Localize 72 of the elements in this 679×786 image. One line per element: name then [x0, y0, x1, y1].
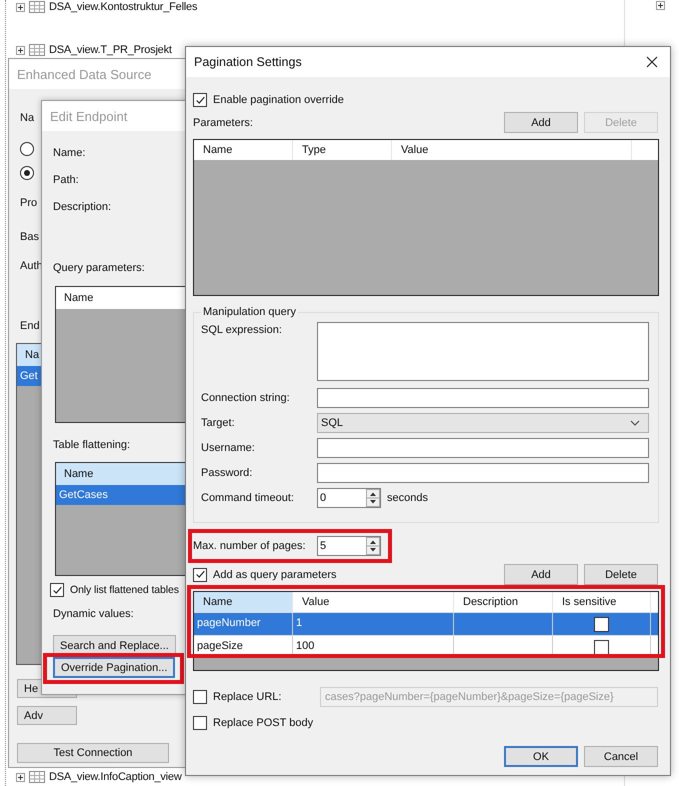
- checkbox[interactable]: [193, 93, 207, 107]
- checkbox-label: Replace URL:: [213, 691, 282, 703]
- column-header[interactable]: Type: [293, 140, 392, 160]
- text-field[interactable]: [317, 463, 649, 483]
- checkbox[interactable]: [193, 568, 207, 582]
- dialog-button[interactable]: Override Pagination...: [53, 657, 176, 678]
- radio-button[interactable]: [20, 166, 34, 180]
- window-title: Edit Endpoint: [50, 108, 128, 124]
- expand-icon[interactable]: [16, 46, 25, 54]
- timeout-spinner[interactable]: 0: [317, 488, 381, 508]
- checkbox-label: Enable pagination override: [213, 94, 344, 106]
- radio-button[interactable]: [20, 142, 34, 156]
- checkbox-label: Add as query parameters: [213, 568, 337, 580]
- field-label: Connection string:: [201, 392, 291, 404]
- field-label: Description:: [53, 200, 112, 214]
- checkbox-label: Only list flattened tables: [70, 584, 179, 596]
- field-label: Command timeout:: [201, 492, 295, 504]
- checkbox[interactable]: [193, 690, 207, 704]
- dialog-button[interactable]: OK: [504, 746, 578, 767]
- window-title: Pagination Settings: [194, 55, 302, 69]
- column-header[interactable]: Value: [392, 140, 632, 160]
- field-label: SQL expression:: [201, 324, 283, 336]
- checkbox-label: Replace POST body: [213, 717, 314, 729]
- checkbox[interactable]: [193, 716, 207, 730]
- expand-icon[interactable]: [656, 1, 665, 10]
- column-header[interactable]: Name: [56, 468, 94, 480]
- expand-icon[interactable]: [16, 2, 25, 12]
- section-label: Parameters:: [193, 116, 254, 128]
- table-icon: [29, 771, 45, 783]
- dialog-button[interactable]: Cancel: [584, 746, 658, 767]
- close-icon[interactable]: [646, 56, 658, 68]
- test-connection-button[interactable]: Test Connection: [17, 743, 169, 763]
- column-header[interactable]: Name: [56, 292, 94, 304]
- tree-item-label[interactable]: DSA_view.T_PR_Prosjekt: [49, 43, 172, 57]
- field-label: Na: [20, 111, 34, 125]
- group-title: Manipulation query: [202, 306, 297, 318]
- target-dropdown[interactable]: SQL: [317, 413, 649, 433]
- dialog-button[interactable]: Delete: [584, 564, 658, 585]
- checkbox[interactable]: [594, 616, 609, 632]
- table-icon: [29, 44, 45, 56]
- unit-label: seconds: [387, 492, 428, 504]
- table-cell[interactable]: pageSize: [194, 636, 293, 658]
- chevron-icon: [630, 420, 640, 426]
- field-label: Bas: [20, 230, 39, 244]
- field-label: Username:: [201, 442, 256, 454]
- field-label: Dynamic values:: [53, 607, 134, 621]
- dialog-button[interactable]: Add: [504, 112, 578, 133]
- tree-item-label[interactable]: DSA_view.InfoCaption_view: [49, 770, 182, 784]
- max-pages-spinner[interactable]: 5: [317, 536, 381, 556]
- dialog-button[interactable]: Adv: [17, 706, 77, 725]
- sql-expression-field[interactable]: [317, 322, 649, 381]
- column-header[interactable]: Na: [17, 349, 40, 361]
- field-label: Target:: [201, 417, 236, 429]
- field-label: Pro: [20, 196, 38, 210]
- expand-icon[interactable]: [16, 772, 25, 782]
- dialog-button[interactable]: Add: [504, 564, 578, 585]
- tree-item-label[interactable]: DSA_view.Kontostruktur_Felles: [49, 0, 198, 14]
- field-label: Table flattening:: [53, 438, 130, 452]
- table-cell[interactable]: 100: [293, 636, 454, 658]
- field-label: End: [20, 319, 40, 333]
- field-label: Password:: [201, 467, 254, 479]
- checkbox[interactable]: [50, 583, 64, 597]
- text-field[interactable]: [317, 438, 649, 458]
- field-label: Query parameters:: [53, 261, 145, 275]
- checkbox[interactable]: [594, 640, 609, 654]
- column-header[interactable]: Name: [194, 140, 293, 160]
- column-header[interactable]: Name: [194, 592, 293, 612]
- field-label: Max. number of pages:: [193, 540, 307, 552]
- window-title: Enhanced Data Source: [17, 66, 152, 82]
- text-field[interactable]: [317, 388, 649, 408]
- field-label: Path:: [53, 173, 79, 187]
- field-label: Name:: [53, 146, 86, 160]
